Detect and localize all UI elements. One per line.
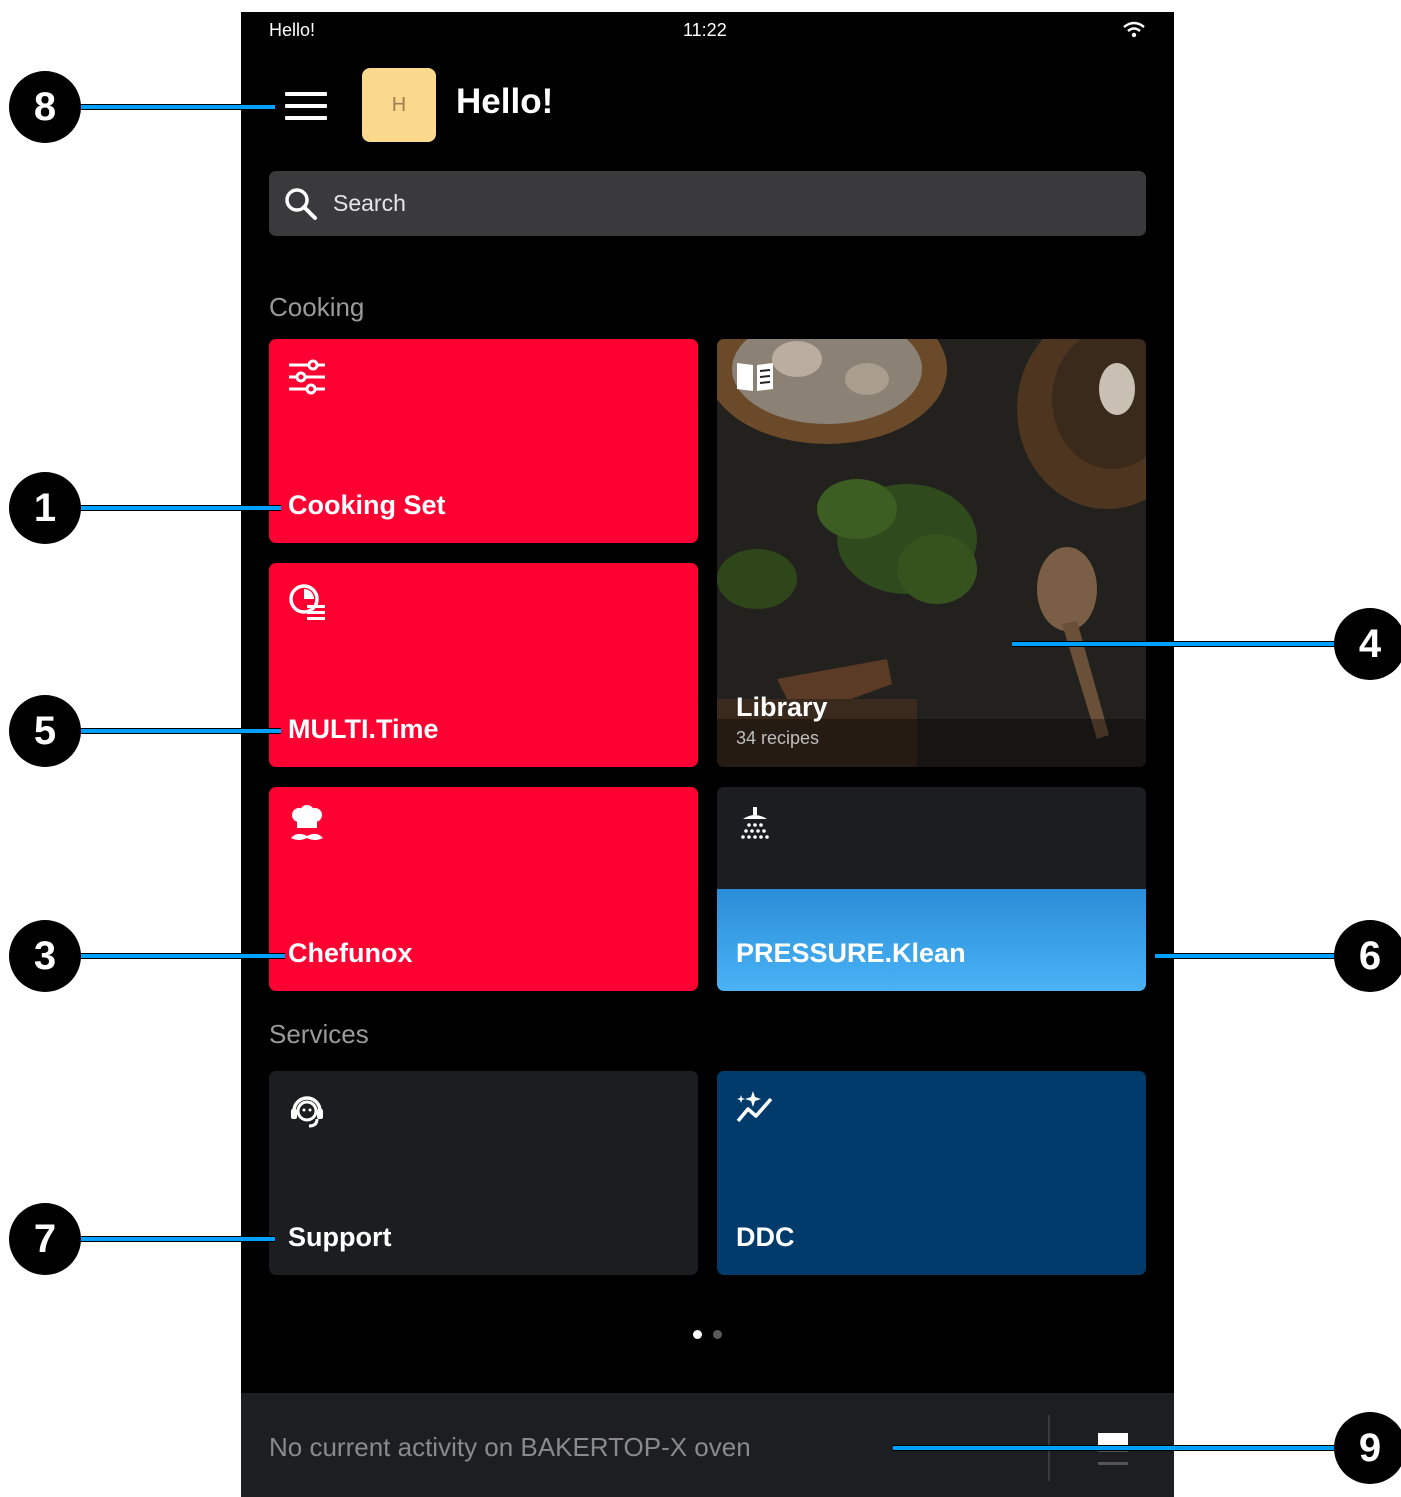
callout-leader-9 — [893, 1445, 1337, 1451]
tile-label-multi-time: MULTI.Time — [288, 714, 439, 744]
callout-leader-3 — [78, 953, 285, 959]
menu-icon-line — [285, 92, 327, 96]
tile-label-chefunox: Chefunox — [288, 938, 413, 968]
tile-label-library: Library — [736, 692, 828, 722]
callout-leader-1 — [78, 505, 281, 511]
tile-label-pressure-klean: PRESSURE.Klean — [736, 938, 966, 968]
sliders-icon — [289, 359, 325, 395]
menu-button[interactable] — [285, 92, 327, 122]
page-dot[interactable] — [713, 1330, 722, 1339]
section-title-services: Services — [269, 1019, 369, 1049]
search-placeholder: Search — [333, 190, 406, 216]
tile-label-cooking-set: Cooking Set — [288, 490, 446, 520]
search-input[interactable]: Search — [269, 171, 1146, 236]
page-indicator — [693, 1330, 733, 1340]
status-time: 11:22 — [683, 20, 727, 40]
status-bar: Hello! 11:22 — [241, 12, 1174, 52]
status-title: Hello! — [269, 20, 316, 40]
menu-icon-line — [285, 116, 327, 120]
callout-badge-6: 6 — [1334, 920, 1401, 992]
activity-status: No current activity on BAKERTOP-X oven — [269, 1432, 751, 1462]
callout-badge-8: 8 — [9, 71, 81, 143]
book-icon — [737, 363, 773, 391]
tile-library[interactable]: Library 34 recipes — [717, 339, 1146, 767]
library-recipe-count: 34 recipes — [736, 728, 820, 748]
callout-leader-8 — [78, 104, 275, 110]
callout-leader-6 — [1155, 953, 1337, 959]
callout-badge-9: 9 — [1334, 1412, 1401, 1484]
callout-badge-5: 5 — [9, 695, 81, 767]
page-title: Hello! — [456, 82, 554, 121]
callout-leader-7 — [78, 1236, 275, 1242]
callout-badge-1: 1 — [9, 472, 81, 544]
tablet-screen: Hello! 11:22 H Hello! Search Cooking Coo… — [241, 12, 1174, 1497]
callout-badge-7: 7 — [9, 1203, 81, 1275]
chef-icon — [291, 805, 323, 840]
callout-badge-4: 4 — [1334, 608, 1401, 680]
tile-ddc[interactable]: DDC — [717, 1071, 1146, 1275]
callout-leader-5 — [78, 728, 281, 734]
timer-list-icon — [289, 584, 325, 620]
tile-chefunox[interactable]: Chefunox — [269, 787, 698, 991]
headset-icon — [291, 1096, 323, 1128]
shower-icon — [741, 807, 769, 839]
tile-support[interactable]: Support — [269, 1071, 698, 1275]
page-dot-active[interactable] — [693, 1330, 702, 1339]
callout-leader-4 — [1012, 641, 1337, 647]
tile-label-support: Support — [288, 1222, 392, 1252]
tile-pressure-klean[interactable]: PRESSURE.Klean — [717, 787, 1146, 991]
avatar[interactable]: H — [362, 68, 436, 142]
search-icon — [285, 187, 317, 220]
tile-label-ddc: DDC — [736, 1222, 795, 1252]
sparkle-chart-icon — [736, 1091, 773, 1123]
tile-multi-time[interactable]: MULTI.Time — [269, 563, 698, 767]
tile-cooking-set[interactable]: Cooking Set — [269, 339, 698, 543]
wifi-icon — [1123, 21, 1145, 38]
menu-icon-line — [285, 104, 327, 108]
section-title-cooking: Cooking — [269, 292, 365, 322]
callout-badge-3: 3 — [9, 920, 81, 992]
pressure-klean-header — [717, 787, 1146, 889]
